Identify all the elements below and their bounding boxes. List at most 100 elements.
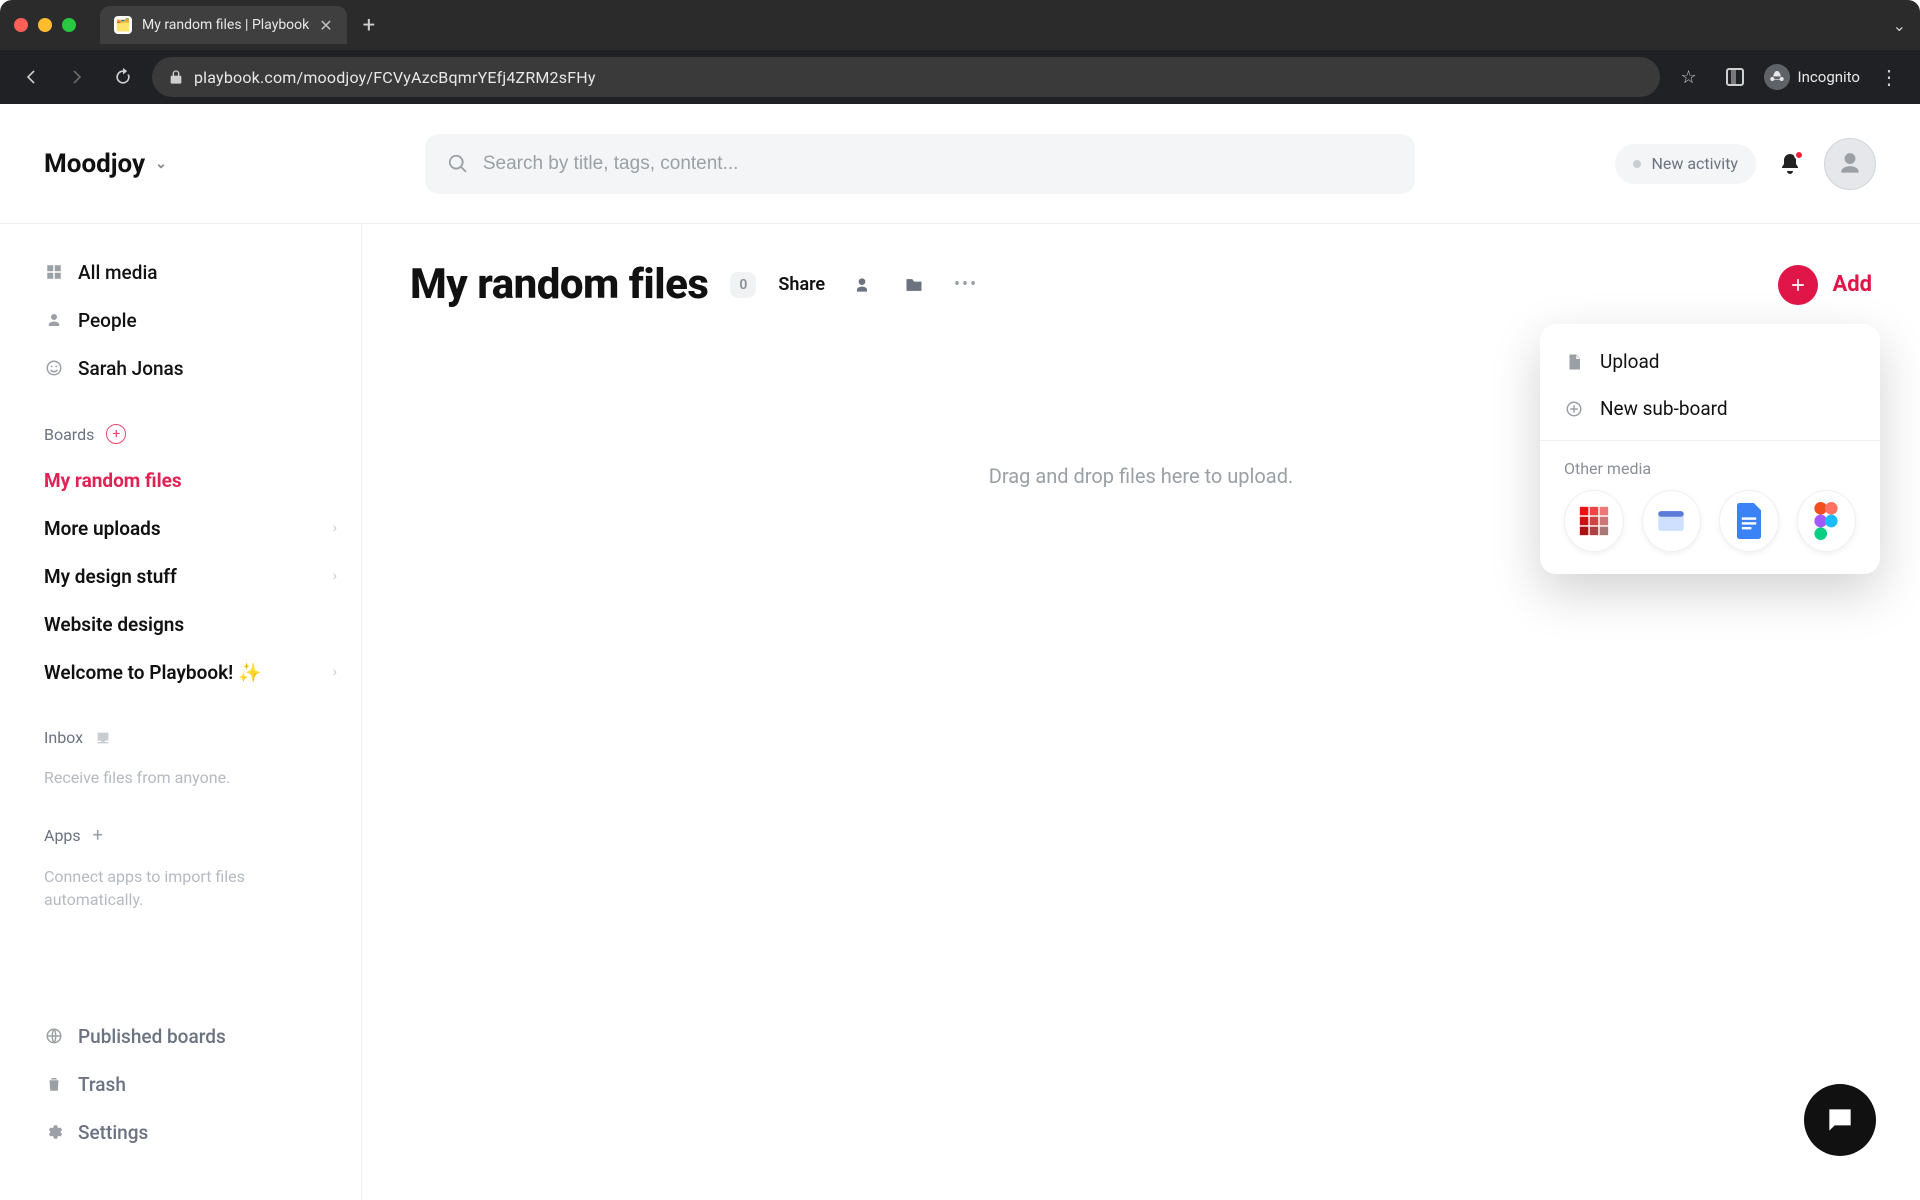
boards-header: Boards +	[44, 424, 337, 444]
sidebar-item-all-media[interactable]: All media	[44, 252, 337, 292]
workspace-name: Moodjoy	[44, 149, 145, 179]
close-tab-icon[interactable]: ✕	[319, 16, 332, 35]
notifications-button[interactable]	[1778, 152, 1802, 176]
incognito-indicator[interactable]: Incognito	[1764, 64, 1860, 90]
address-bar: playbook.com/moodjoy/FCVyAzcBqmrYEfj4ZRM…	[0, 50, 1920, 104]
person-small-icon	[852, 275, 872, 295]
chat-icon	[1824, 1104, 1856, 1136]
sidebar-item-published-boards[interactable]: Published boards	[44, 1016, 337, 1056]
url-field[interactable]: playbook.com/moodjoy/FCVyAzcBqmrYEfj4ZRM…	[152, 57, 1660, 97]
star-icon: ☆	[1680, 67, 1696, 88]
media-source-palette[interactable]	[1564, 490, 1624, 552]
tabs-overflow-icon[interactable]: ⌄	[1893, 16, 1906, 35]
color-grid-icon	[1577, 504, 1611, 538]
media-source-google-docs[interactable]	[1719, 490, 1779, 552]
ellipsis-icon: •••	[954, 274, 978, 295]
board-label: My design stuff	[44, 565, 177, 588]
arrow-right-icon	[67, 67, 87, 87]
sidebar-label: All media	[78, 261, 158, 284]
folder-icon	[904, 275, 924, 295]
sidebar-label: Settings	[78, 1121, 148, 1144]
board-item-more-uploads[interactable]: More uploads ›	[44, 508, 337, 548]
file-icon	[1564, 353, 1584, 371]
media-source-figma[interactable]	[1797, 490, 1857, 552]
sidebar-item-settings[interactable]: Settings	[44, 1112, 337, 1152]
sidebar-item-people[interactable]: People	[44, 300, 337, 340]
more-button[interactable]: •••	[951, 270, 981, 300]
add-board-button[interactable]: +	[106, 424, 126, 444]
tab-favicon: 🗂️	[114, 16, 132, 34]
inbox-subtext: Receive files from anyone.	[44, 767, 304, 789]
panel-icon	[1726, 68, 1744, 86]
add-menu-new-sub-board[interactable]: New sub-board	[1540, 385, 1880, 432]
members-button[interactable]	[847, 270, 877, 300]
sidebar-label: Trash	[78, 1073, 126, 1096]
add-label: Add	[1832, 272, 1872, 297]
board-item-welcome[interactable]: Welcome to Playbook! ✨ ›	[44, 652, 337, 692]
chevron-down-icon: ⌄	[155, 156, 167, 172]
add-menu-label: Upload	[1600, 350, 1660, 373]
search-field[interactable]	[425, 134, 1415, 194]
sidebar-label: Published boards	[78, 1025, 226, 1048]
profile-avatar[interactable]	[1824, 138, 1876, 190]
activity-indicator[interactable]: New activity	[1615, 144, 1756, 184]
move-button[interactable]	[899, 270, 929, 300]
browser-menu-button[interactable]: ⋮	[1872, 60, 1906, 94]
add-button[interactable]: Add	[1778, 265, 1872, 305]
share-button[interactable]: Share	[778, 274, 825, 295]
tab-strip: 🗂️ My random files | Playbook ✕ + ⌄	[0, 0, 1920, 50]
incognito-icon	[1764, 64, 1790, 90]
media-source-website[interactable]	[1642, 490, 1702, 552]
add-menu-upload[interactable]: Upload	[1540, 338, 1880, 385]
board-label: More uploads	[44, 517, 161, 540]
trash-icon	[44, 1075, 64, 1093]
tab-title: My random files | Playbook	[142, 17, 309, 33]
maximize-window-button[interactable]	[62, 18, 76, 32]
board-item-my-design-stuff[interactable]: My design stuff ›	[44, 556, 337, 596]
workspace-switcher[interactable]: Moodjoy ⌄	[44, 149, 167, 179]
other-media-header: Other media	[1540, 449, 1880, 490]
back-button[interactable]	[14, 60, 48, 94]
url-text: playbook.com/moodjoy/FCVyAzcBqmrYEfj4ZRM…	[194, 68, 596, 87]
close-window-button[interactable]	[14, 18, 28, 32]
add-menu-label: New sub-board	[1600, 397, 1728, 420]
activity-label: New activity	[1651, 154, 1738, 173]
add-menu: Upload New sub-board Other media	[1540, 324, 1880, 574]
board-item-website-designs[interactable]: Website designs	[44, 604, 337, 644]
inbox-header-label: Inbox	[44, 728, 83, 747]
figma-icon	[1813, 502, 1839, 540]
reload-icon	[113, 67, 133, 87]
google-docs-icon	[1734, 503, 1764, 539]
apps-header: Apps +	[44, 825, 337, 846]
sidebar-item-user[interactable]: Sarah Jonas	[44, 348, 337, 388]
app-topbar: Moodjoy ⌄ New activity	[0, 104, 1920, 224]
reload-button[interactable]	[106, 60, 140, 94]
new-tab-button[interactable]: +	[363, 13, 375, 38]
sidebar-label: People	[78, 309, 137, 332]
globe-icon	[44, 1027, 64, 1045]
menu-separator	[1540, 440, 1880, 441]
gear-icon	[44, 1123, 64, 1141]
boards-header-label: Boards	[44, 425, 94, 444]
apps-header-label: Apps	[44, 826, 81, 845]
main-content: My random files 0 Share ••• Add	[362, 224, 1920, 1200]
app-body: All media People Sarah Jonas Boards + My…	[0, 224, 1920, 1200]
board-label: Welcome to Playbook! ✨	[44, 661, 262, 684]
forward-button[interactable]	[60, 60, 94, 94]
incognito-label: Incognito	[1798, 68, 1860, 86]
lock-icon	[168, 69, 184, 85]
browser-tab[interactable]: 🗂️ My random files | Playbook ✕	[100, 6, 347, 44]
item-count-badge: 0	[730, 272, 756, 298]
add-app-button[interactable]: +	[93, 825, 103, 846]
minimize-window-button[interactable]	[38, 18, 52, 32]
search-input[interactable]	[483, 153, 1393, 175]
board-item-my-random-files[interactable]: My random files	[44, 460, 337, 500]
bookmark-button[interactable]: ☆	[1672, 60, 1706, 94]
chat-fab[interactable]	[1804, 1084, 1876, 1156]
person-icon	[1837, 151, 1863, 177]
sidebar-item-trash[interactable]: Trash	[44, 1064, 337, 1104]
side-panel-button[interactable]	[1718, 60, 1752, 94]
dropzone-hint: Drag and drop files here to upload.	[989, 464, 1294, 488]
apps-subtext: Connect apps to import files automatical…	[44, 866, 304, 911]
inbox-icon[interactable]	[95, 730, 111, 746]
